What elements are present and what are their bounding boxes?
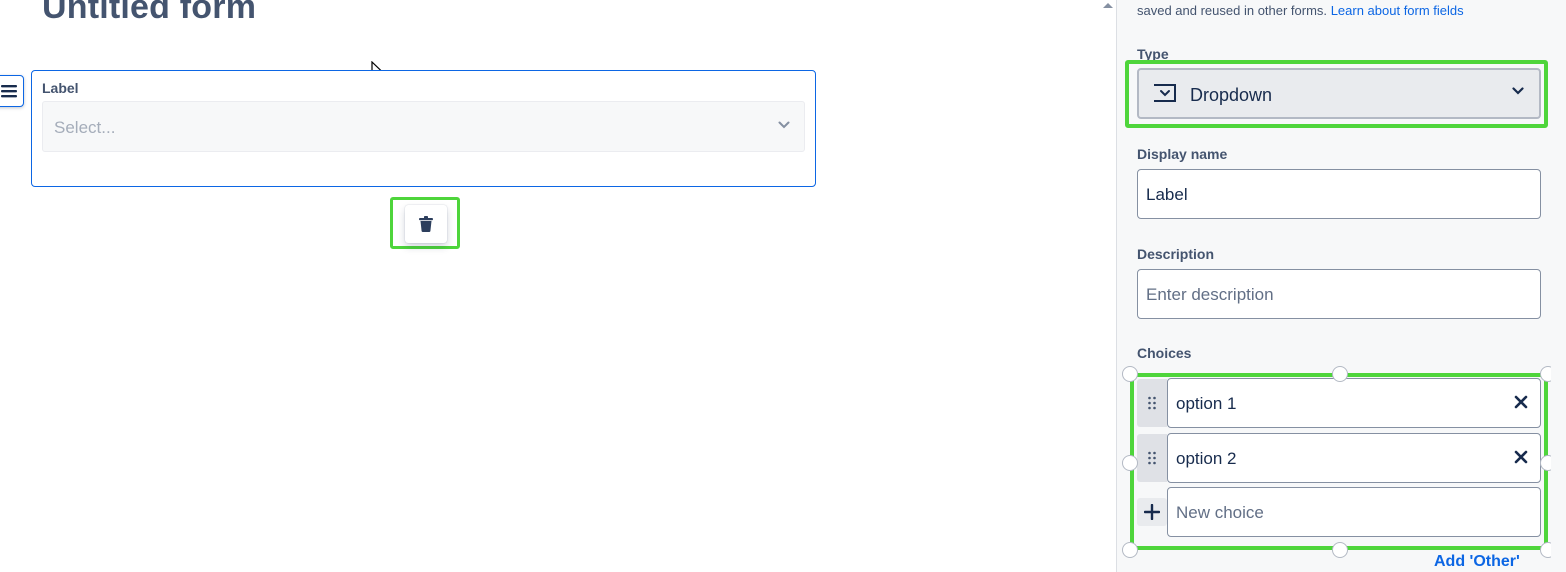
field-drag-handle[interactable] <box>0 75 24 107</box>
delete-field-button[interactable] <box>405 205 447 243</box>
resize-handle[interactable] <box>1122 366 1138 382</box>
chevron-down-icon <box>1512 87 1524 95</box>
resize-handle[interactable] <box>1122 455 1138 471</box>
type-value: Dropdown <box>1190 85 1273 105</box>
delete-highlight <box>390 197 460 249</box>
description-label: Description <box>1137 246 1215 262</box>
panel-scrollbar[interactable] <box>1551 0 1565 572</box>
resize-handle[interactable] <box>1332 366 1348 382</box>
display-name-label: Display name <box>1137 146 1228 162</box>
choices-label: Choices <box>1137 345 1192 361</box>
help-text: saved and reused in other forms. <box>1137 3 1328 18</box>
resize-handle[interactable] <box>1122 542 1138 558</box>
trash-icon <box>419 216 433 232</box>
resize-handle[interactable] <box>1332 542 1348 558</box>
dropdown-field-card[interactable]: Label Select... <box>31 70 816 187</box>
choices-highlight <box>1130 373 1548 550</box>
select-placeholder: Select... <box>54 118 116 137</box>
field-select-preview[interactable]: Select... <box>42 101 805 152</box>
hamburger-icon <box>1 85 17 98</box>
panel-help-text: saved and reused in other forms. Learn a… <box>1137 3 1464 18</box>
scroll-up-arrow-icon[interactable] <box>1100 0 1116 10</box>
learn-link[interactable]: Learn about form fields <box>1331 3 1464 18</box>
form-title[interactable]: Untitled form <box>42 0 256 27</box>
description-input[interactable]: Enter description <box>1137 269 1541 319</box>
add-other-link[interactable]: Add 'Other' <box>1434 553 1520 571</box>
field-label: Label <box>42 80 79 96</box>
dropdown-icon <box>1154 84 1176 102</box>
type-select[interactable]: Dropdown <box>1137 68 1541 119</box>
field-properties-panel: saved and reused in other forms. Learn a… <box>1103 0 1566 572</box>
chevron-down-icon <box>778 121 790 129</box>
display-name-input[interactable]: Label <box>1137 169 1541 219</box>
